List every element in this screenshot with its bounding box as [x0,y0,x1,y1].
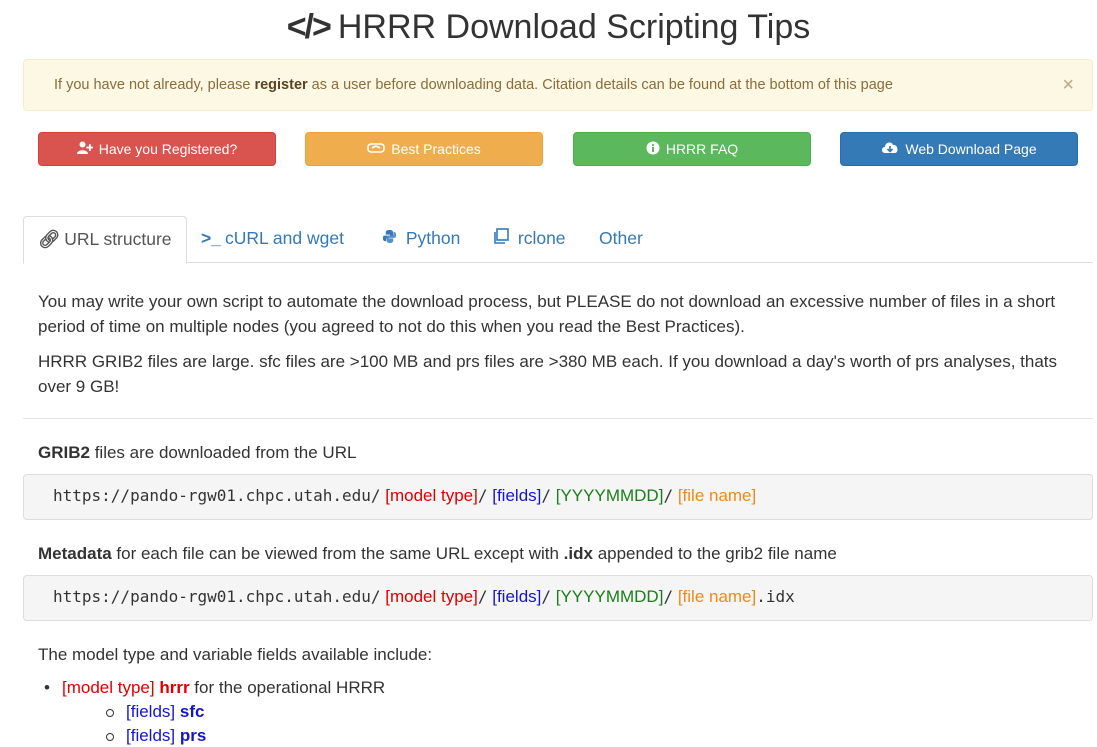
url-file-name: [file name] [677,587,757,606]
close-icon[interactable]: × [1062,74,1074,97]
url-fields: [fields] [492,486,542,505]
url-base: https://pando-rgw01.chpc.utah.edu/ [53,587,381,606]
url-model-type: [model type] [385,587,478,606]
alert-text-post: as a user before downloading data. Citat… [307,77,893,93]
handshake-icon [367,142,386,157]
metadata-bold: Metadata [38,544,112,563]
python-icon [382,228,402,248]
url-fields: [fields] [492,587,542,606]
metadata-idx: .idx [563,544,593,563]
url-date: [YYYYMMDD] [555,486,664,505]
grib2-url-block: https://pando-rgw01.chpc.utah.edu/ [mode… [23,474,1093,520]
cloud-download-icon [881,141,899,157]
url-model-type: [model type] [385,486,478,505]
tab-other[interactable]: Other [585,216,657,263]
field-list: [fields] sfc [fields] prs [102,700,1078,747]
intro-paragraph-2: HRRR GRIB2 files are large. sfc files ar… [38,352,1058,396]
info-circle-icon [646,141,660,158]
fields-tag: [fields] [126,702,176,721]
metadata-url-block: https://pando-rgw01.chpc.utah.edu/ [mode… [23,575,1093,621]
register-link[interactable]: register [254,77,307,93]
model-list: [model type] hrrr for the operational HR… [38,676,1078,747]
tab-label: rclone [517,228,566,248]
tab-label: Other [599,228,643,248]
metadata-end: appended to the grib2 file name [592,544,837,563]
list-item: [model type] hrrr for the operational HR… [38,676,1078,747]
tab-curl-and-wget[interactable]: >_ cURL and wget [187,216,358,263]
divider [23,418,1093,419]
url-slash: / [477,587,488,606]
url-file-name: [file name] [677,486,757,505]
tab-rclone[interactable]: rclone [479,216,580,263]
list-item: [fields] sfc [102,700,1078,724]
button-label: Have you Registered? [98,141,238,157]
page-title: </> HRRR Download Scripting Tips [0,8,1097,47]
tab-label: URL structure [64,229,172,249]
clone-icon [493,228,514,248]
list-item: [fields] prs [102,724,1078,747]
best-practices-button[interactable]: Best Practices [305,132,543,166]
page-title-text: HRRR Download Scripting Tips [337,8,811,46]
url-base: https://pando-rgw01.chpc.utah.edu/ [53,486,381,505]
url-slash: / [663,486,674,505]
link-icon: 🔗︎ [38,229,61,249]
url-slash: / [541,587,552,606]
metadata-mid: for each file can be viewed from the sam… [111,544,564,563]
web-download-page-button[interactable]: Web Download Page [840,132,1078,166]
model-name: hrrr [159,678,190,697]
url-idx-suffix: .idx [756,587,795,606]
alert-text-pre: If you have not already, please [54,77,255,93]
tab-bar: 🔗︎ URL structure >_ cURL and wget Python r… [23,216,1093,264]
model-type-tag: [model type] [62,678,155,697]
url-date: [YYYYMMDD] [555,587,664,606]
grib2-bold: GRIB2 [38,443,90,462]
field-name: sfc [179,702,205,721]
register-alert: If you have not already, please register… [23,59,1093,111]
button-label: HRRR FAQ [665,141,739,157]
user-plus-icon [76,141,94,157]
grib2-rest: files are downloaded from the URL [89,443,357,462]
have-you-registered-button[interactable]: Have you Registered? [38,132,276,166]
url-slash: / [663,587,674,606]
url-slash: / [541,486,552,505]
metadata-heading: Metadata for each file can be viewed fro… [38,541,1078,566]
tab-python[interactable]: Python [368,216,474,263]
model-desc: for the operational HRRR [189,678,386,697]
field-name: prs [179,726,207,745]
models-intro: The model type and variable fields avail… [38,645,433,664]
button-label: Web Download Page [905,141,1037,157]
button-label: Best Practices [391,141,481,157]
tab-url-structure[interactable]: 🔗︎ URL structure [23,216,187,264]
intro-paragraph-1: You may write your own script to automat… [38,292,1056,336]
terminal-icon: >_ [201,228,221,248]
url-slash: / [477,486,488,505]
grib2-heading: GRIB2 files are downloaded from the URL [38,440,1078,465]
hrrr-faq-button[interactable]: HRRR FAQ [573,132,811,166]
tab-label: cURL and wget [224,228,344,248]
tab-label: Python [405,228,461,248]
fields-tag: [fields] [126,726,176,745]
code-icon: </> [286,8,332,46]
